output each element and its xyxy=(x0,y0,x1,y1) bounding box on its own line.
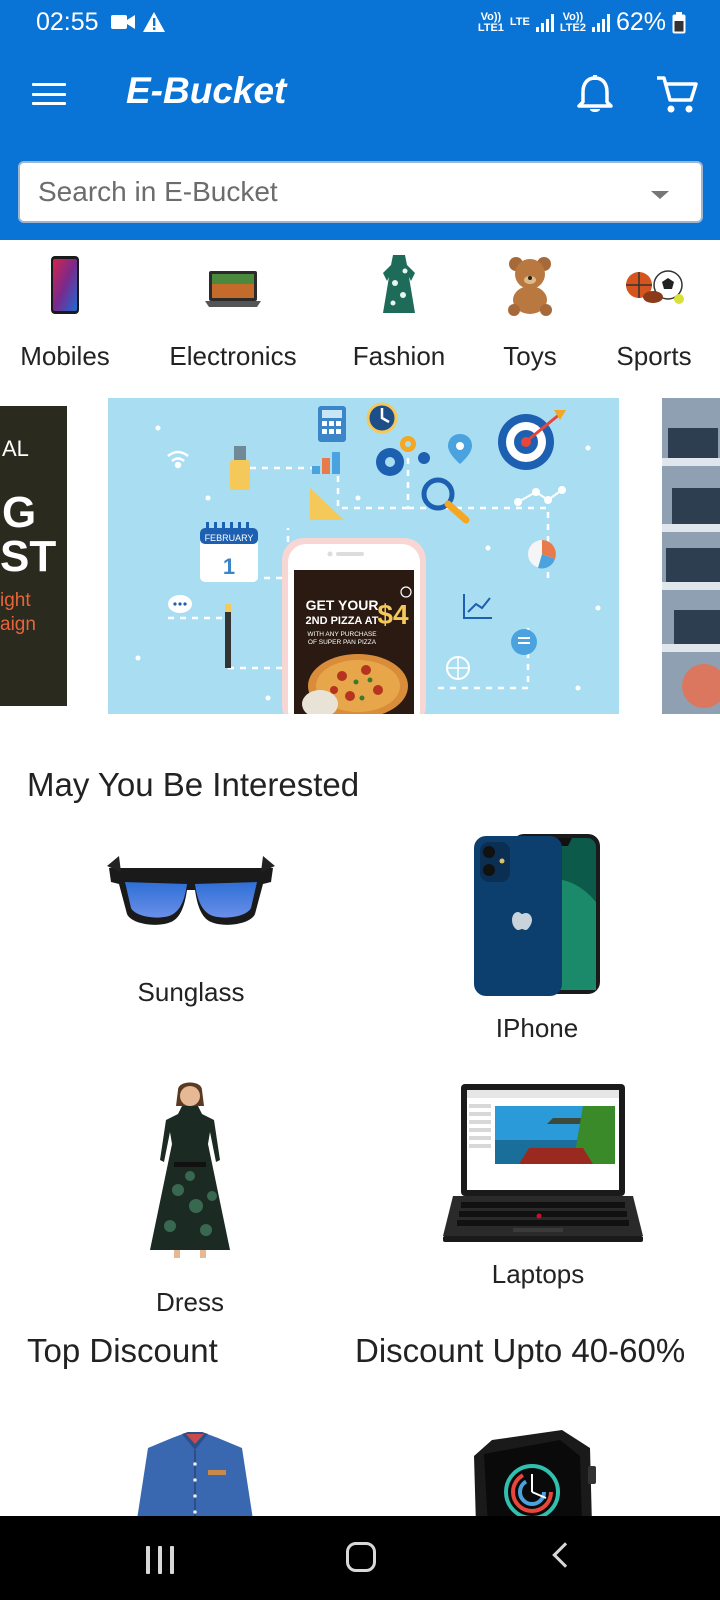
app-screen: 02:55 Vo)) LTE1 LTE Vo)) LTE2 62% E-Bucket xyxy=(0,0,720,1600)
sports-balls-icon xyxy=(626,270,684,304)
category-sports[interactable]: Sports xyxy=(606,252,702,372)
category-label: Sports xyxy=(616,341,692,371)
top-discount-title: Top Discount xyxy=(27,1332,218,1369)
recent-apps-icon[interactable] xyxy=(146,1546,174,1574)
signal-strength-2-icon xyxy=(591,13,610,32)
mobile-phone-icon xyxy=(51,256,79,314)
category-strip: Mobiles Electronics Fashion Toys Sports xyxy=(0,240,720,380)
shirt-icon xyxy=(137,1432,253,1516)
dress-icon xyxy=(383,255,415,313)
laptop-product-icon xyxy=(443,1084,643,1242)
banner-slide-current[interactable]: FEBRUARY 1 GET YOUR 2ND PIZZA AT $4 WITH… xyxy=(108,398,619,714)
hamburger-menu-icon[interactable] xyxy=(32,79,66,109)
category-mobiles[interactable]: Mobiles xyxy=(16,252,114,372)
banner-carousel[interactable]: AL G ST ight aign FEBRUARY 1 GET YOUR 2N… xyxy=(0,398,720,716)
back-icon[interactable] xyxy=(552,1542,578,1568)
sim1-data-label: LTE xyxy=(509,16,530,28)
product-card-iphone[interactable]: IPhone xyxy=(457,832,617,1044)
category-label: Fashion xyxy=(352,341,446,371)
category-label: Toys xyxy=(503,341,557,371)
search-input[interactable] xyxy=(38,163,638,221)
product-label: IPhone xyxy=(495,1013,579,1043)
search-bar[interactable] xyxy=(18,161,703,223)
battery-percent: 62% xyxy=(615,8,666,36)
discount-range-title: Discount Upto 40-60% xyxy=(355,1332,686,1369)
category-fashion[interactable]: Fashion xyxy=(345,252,453,372)
category-toys[interactable]: Toys xyxy=(490,252,570,372)
svg-text:2ND PIZZA AT: 2ND PIZZA AT xyxy=(306,615,379,627)
category-electronics[interactable]: Electronics xyxy=(163,252,303,372)
svg-text:WITH ANY PURCHASE: WITH ANY PURCHASE xyxy=(307,631,377,638)
signal-strength-icon xyxy=(535,13,554,32)
warning-icon xyxy=(143,12,165,32)
svg-text:1: 1 xyxy=(223,554,235,579)
product-label: Dress xyxy=(156,1287,224,1317)
laptop-icon xyxy=(205,271,261,307)
status-bar: 02:55 Vo)) LTE1 LTE Vo)) LTE2 62% xyxy=(0,0,720,46)
status-time: 02:55 xyxy=(36,8,99,36)
product-label: Sunglass xyxy=(137,977,245,1007)
system-nav-bar xyxy=(0,1516,720,1600)
wifi-icon xyxy=(167,450,189,469)
banner-slide-previous[interactable]: AL G ST ight aign xyxy=(0,406,67,706)
dress-model-icon xyxy=(150,1082,230,1258)
banner-slide-next[interactable] xyxy=(662,398,720,714)
discount-product-watch[interactable] xyxy=(462,1426,602,1516)
sunglasses-icon xyxy=(107,856,275,925)
svg-text:GET YOUR: GET YOUR xyxy=(306,597,379,613)
teddy-bear-icon xyxy=(508,257,552,316)
interested-section-title: May You Be Interested xyxy=(27,766,360,803)
app-bar: E-Bucket xyxy=(0,46,720,240)
svg-text:FEBRUARY: FEBRUARY xyxy=(205,533,254,543)
bell-icon[interactable] xyxy=(575,74,615,116)
category-label: Electronics xyxy=(169,341,297,371)
battery-icon xyxy=(672,11,686,33)
digital-marketing-illustration: FEBRUARY 1 GET YOUR 2ND PIZZA AT $4 WITH… xyxy=(135,402,601,714)
product-card-dress[interactable]: Dress xyxy=(110,1080,270,1318)
svg-text:$4: $4 xyxy=(377,599,409,630)
iphone-icon xyxy=(474,834,600,996)
svg-text:OF SUPER PAN PIZZA: OF SUPER PAN PIZZA xyxy=(308,639,377,646)
category-label: Mobiles xyxy=(20,341,110,371)
product-card-sunglass[interactable]: Sunglass xyxy=(96,832,286,1008)
product-card-laptops[interactable]: Laptops xyxy=(428,1078,648,1290)
app-title: E-Bucket xyxy=(126,70,287,111)
home-icon[interactable] xyxy=(346,1542,376,1572)
discount-product-shirt[interactable] xyxy=(130,1430,260,1516)
smartwatch-icon xyxy=(474,1430,596,1516)
cart-icon[interactable] xyxy=(655,74,699,116)
video-camera-icon xyxy=(111,15,135,29)
product-label: Laptops xyxy=(491,1259,585,1289)
sim2-network-label: Vo)) LTE2 xyxy=(559,10,586,34)
dropdown-arrow-icon[interactable] xyxy=(651,191,669,199)
sim1-network-label: Vo)) LTE1 xyxy=(477,10,504,34)
